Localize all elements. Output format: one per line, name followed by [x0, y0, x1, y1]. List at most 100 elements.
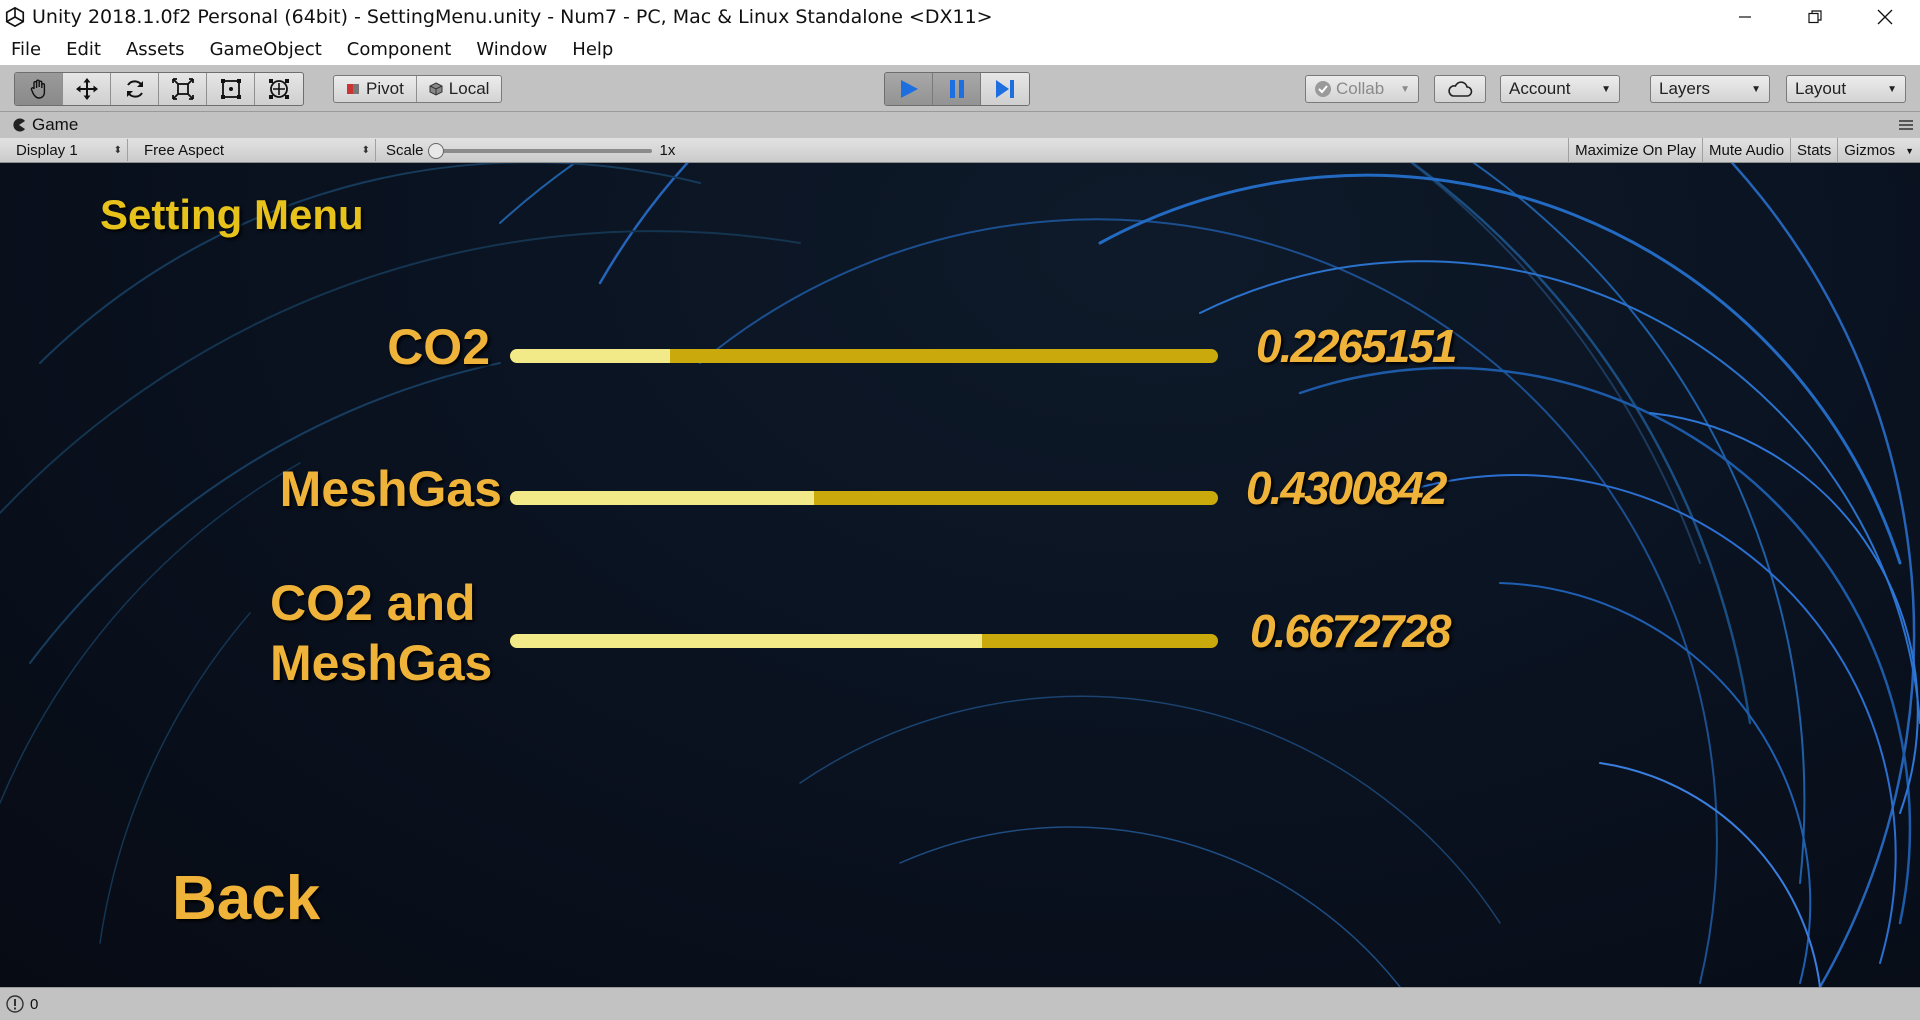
scale-control: Scale 1x — [386, 142, 675, 159]
aspect-label: Free Aspect — [144, 141, 225, 159]
pivot-icon — [347, 84, 359, 94]
layout-dropdown[interactable]: Layout ▼ — [1786, 75, 1906, 103]
combined-transform-icon — [269, 79, 289, 99]
cloud-button[interactable] — [1434, 75, 1486, 103]
gizmos-dropdown[interactable]: Gizmos ▼ — [1837, 138, 1920, 163]
gizmos-label: Gizmos — [1844, 142, 1896, 159]
panel-menu-icon[interactable] — [1898, 119, 1914, 131]
updown-arrow-icon: ⬍ — [361, 144, 370, 156]
stats-toggle[interactable]: Stats — [1790, 138, 1837, 163]
cloud-icon — [1448, 81, 1473, 97]
rotate-icon — [126, 80, 143, 98]
step-icon — [996, 80, 1014, 98]
chevron-down-icon: ▼ — [1905, 145, 1914, 156]
play-button[interactable] — [885, 73, 933, 105]
co2-value: 0.2265151 — [1256, 320, 1457, 372]
move-tool-button[interactable] — [63, 73, 111, 105]
game-view-toolbar: Display 1 ⬍ Free Aspect ⬍ Scale 1x Maxim… — [0, 138, 1920, 163]
step-button[interactable] — [981, 73, 1029, 105]
account-dropdown[interactable]: Account ▼ — [1500, 75, 1620, 103]
co2-and-meshgas-slider-fill — [510, 634, 983, 648]
pivot-label: Pivot — [366, 79, 404, 98]
game-viewport[interactable]: Setting Menu CO2 0.2265151 MeshGas 0.430… — [0, 163, 1920, 987]
local-toggle[interactable]: Local — [417, 76, 502, 102]
collab-label: Collab — [1336, 79, 1385, 98]
pacman-icon — [13, 118, 25, 132]
playback-controls — [884, 72, 1030, 106]
scale-icon — [171, 78, 194, 100]
restore-icon — [1808, 9, 1822, 23]
transform-tools — [14, 72, 304, 106]
hand-tool-button[interactable] — [15, 73, 63, 105]
co2-and-meshgas-label-line2: MeshGas — [270, 635, 493, 691]
transform-tool-button[interactable] — [255, 73, 303, 105]
pause-icon — [949, 80, 964, 98]
game-tab-header: Game — [0, 113, 1920, 138]
collab-dropdown[interactable]: Collab ▼ — [1305, 75, 1419, 103]
display-label: Display 1 — [16, 141, 78, 159]
meshgas-value: 0.4300842 — [1246, 462, 1447, 514]
pivot-toggle[interactable]: Pivot — [334, 76, 417, 102]
maximize-on-play-toggle[interactable]: Maximize On Play — [1568, 138, 1702, 163]
status-bar: 0 — [0, 987, 1920, 1020]
unity-logo-icon — [5, 6, 25, 27]
scale-label: Scale — [386, 142, 424, 159]
co2-slider-fill — [510, 349, 671, 363]
menu-help[interactable]: Help — [569, 37, 616, 62]
scale-slider[interactable] — [427, 142, 652, 159]
scale-value: 1x — [659, 142, 676, 159]
pause-button[interactable] — [933, 73, 981, 105]
pivot-local-group: Pivot Local — [333, 75, 503, 103]
tab-game[interactable]: Game — [12, 115, 78, 135]
close-button[interactable] — [1850, 0, 1920, 33]
meshgas-slider[interactable] — [510, 491, 1218, 505]
back-button[interactable]: Back — [172, 863, 320, 934]
menu-component[interactable]: Component — [344, 37, 455, 62]
tab-game-label: Game — [32, 115, 79, 134]
move-arrows-icon — [75, 78, 98, 100]
rotate-tool-button[interactable] — [111, 73, 159, 105]
menu-edit[interactable]: Edit — [63, 37, 104, 62]
co2-and-meshgas-label-line1: CO2 and — [270, 575, 476, 631]
minimize-icon — [1739, 15, 1751, 18]
chevron-down-icon: ▼ — [1751, 83, 1761, 95]
local-label: Local — [448, 79, 490, 98]
chevron-down-icon: ▼ — [1601, 83, 1611, 95]
hand-icon — [30, 79, 45, 99]
menu-bar: File Edit Assets GameObject Component Wi… — [0, 33, 1920, 65]
layers-label: Layers — [1659, 79, 1711, 98]
rect-transform-icon — [220, 79, 241, 99]
layout-label: Layout — [1795, 79, 1847, 98]
co2-and-meshgas-value: 0.6672728 — [1250, 605, 1451, 657]
close-icon — [1877, 9, 1893, 24]
menu-assets[interactable]: Assets — [123, 37, 188, 62]
co2-slider[interactable] — [510, 349, 1218, 363]
updown-arrow-icon: ⬍ — [113, 144, 122, 156]
info-circle-icon[interactable] — [6, 995, 24, 1013]
cube-icon — [429, 82, 443, 96]
scale-slider-thumb[interactable] — [427, 142, 444, 159]
title-bar: Unity 2018.1.0f2 Personal (64bit) - Sett… — [0, 0, 1920, 33]
display-dropdown[interactable]: Display 1 ⬍ — [8, 139, 128, 161]
minimize-button[interactable] — [1710, 0, 1780, 33]
rect-tool-button[interactable] — [207, 73, 255, 105]
account-label: Account — [1509, 79, 1571, 98]
aspect-dropdown[interactable]: Free Aspect ⬍ — [136, 139, 376, 161]
window-controls — [1710, 0, 1920, 33]
setting-menu-title: Setting Menu — [100, 191, 364, 238]
window-title: Unity 2018.1.0f2 Personal (64bit) - Sett… — [32, 5, 993, 28]
restore-button[interactable] — [1780, 0, 1850, 33]
scale-tool-button[interactable] — [159, 73, 207, 105]
menu-gameobject[interactable]: GameObject — [207, 37, 325, 62]
co2-label: CO2 — [387, 319, 490, 375]
mute-audio-toggle[interactable]: Mute Audio — [1701, 138, 1790, 163]
check-circle-icon — [1315, 81, 1331, 97]
unity-editor-window: Unity 2018.1.0f2 Personal (64bit) - Sett… — [0, 0, 1920, 1020]
menu-file[interactable]: File — [8, 37, 44, 62]
play-icon — [900, 80, 918, 98]
chevron-down-icon: ▼ — [1887, 83, 1897, 95]
menu-window[interactable]: Window — [473, 37, 550, 62]
co2-and-meshgas-slider[interactable] — [510, 634, 1218, 648]
chevron-down-icon: ▼ — [1400, 83, 1410, 95]
layers-dropdown[interactable]: Layers ▼ — [1650, 75, 1770, 103]
